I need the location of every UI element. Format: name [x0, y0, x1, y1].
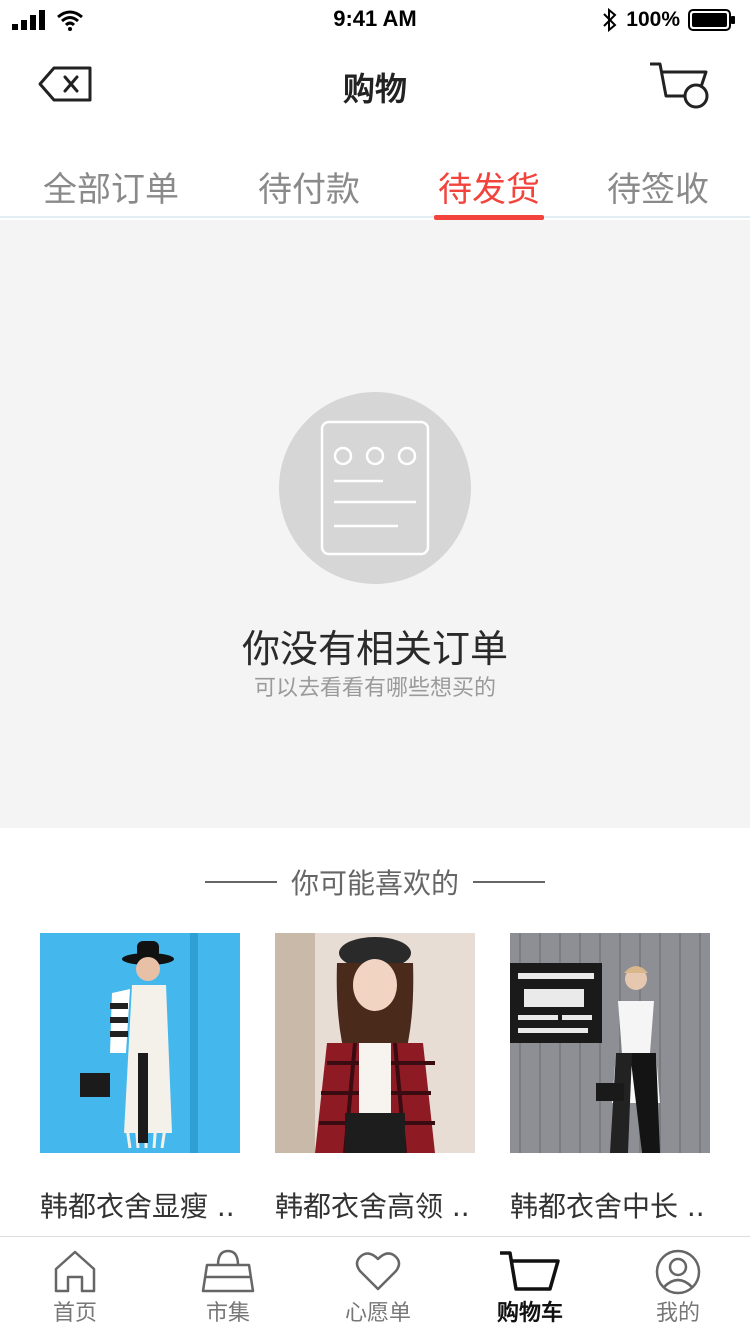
heart-icon — [355, 1252, 401, 1291]
recommend-header: 你可能喜欢的 — [0, 862, 750, 902]
cart-icon — [500, 1251, 560, 1291]
empty-state: 你没有相关订单 可以去看看有哪些想买的 — [0, 220, 750, 828]
tab-pending-shipment[interactable]: 待发货 — [434, 162, 544, 220]
tab-all-orders[interactable]: 全部订单 — [36, 162, 186, 218]
tabbar-item-cart[interactable]: 购物车 — [455, 1237, 605, 1335]
bottom-tab-bar: 首页 市集 心愿单 购物车 我的 — [0, 1236, 750, 1334]
divider — [204, 881, 277, 883]
battery-icon — [688, 9, 735, 31]
tabbar-label: 市集 — [205, 1301, 250, 1326]
home-icon — [54, 1250, 96, 1293]
tabbar-item-wishlist[interactable]: 心愿单 — [303, 1237, 453, 1335]
status-right: 100% — [602, 6, 736, 34]
battery-percent: 100% — [626, 8, 680, 31]
tabbar-item-me[interactable]: 我的 — [603, 1237, 750, 1335]
tabbar-item-home[interactable]: 首页 — [0, 1237, 150, 1335]
product-image — [510, 933, 710, 1153]
product-image — [40, 933, 240, 1153]
order-tabs: 全部订单 待付款 待发货 待签收 — [0, 148, 750, 220]
empty-subtitle: 可以去看看有哪些想买的 — [253, 676, 496, 701]
bag-icon — [201, 1249, 255, 1293]
cart-icon[interactable] — [648, 60, 712, 110]
product-name: 韩都衣舍显瘦 .. — [40, 1190, 235, 1223]
tabbar-label: 购物车 — [496, 1301, 563, 1326]
nav-bar: 购物 — [0, 40, 750, 130]
tabbar-label: 首页 — [52, 1301, 97, 1326]
tabbar-item-market[interactable]: 市集 — [153, 1237, 303, 1335]
tab-pending-receipt[interactable]: 待签收 — [600, 162, 716, 218]
product-card[interactable]: 韩都衣舍中长 .. — [510, 933, 710, 1225]
tabbar-label: 我的 — [655, 1301, 700, 1326]
divider — [473, 881, 545, 883]
product-name: 韩都衣舍中长 .. — [510, 1190, 705, 1223]
product-image — [275, 933, 475, 1153]
product-name: 韩都衣舍高领 .. — [275, 1190, 470, 1223]
product-card[interactable]: 韩都衣舍高领 .. — [275, 933, 475, 1225]
order-document-icon — [279, 392, 471, 584]
tabbar-label: 心愿单 — [344, 1301, 411, 1326]
product-card[interactable]: 韩都衣舍显瘦 .. — [40, 933, 240, 1225]
recommend-title: 你可能喜欢的 — [290, 867, 459, 900]
empty-title: 你没有相关订单 — [241, 627, 508, 671]
user-icon — [655, 1249, 701, 1295]
bluetooth-icon — [603, 8, 617, 32]
tab-label: 待发货 — [438, 170, 540, 210]
tab-pending-payment[interactable]: 待付款 — [250, 162, 368, 218]
page-title: 购物 — [342, 70, 407, 108]
status-bar: 9:41 AM 100% — [0, 0, 750, 40]
